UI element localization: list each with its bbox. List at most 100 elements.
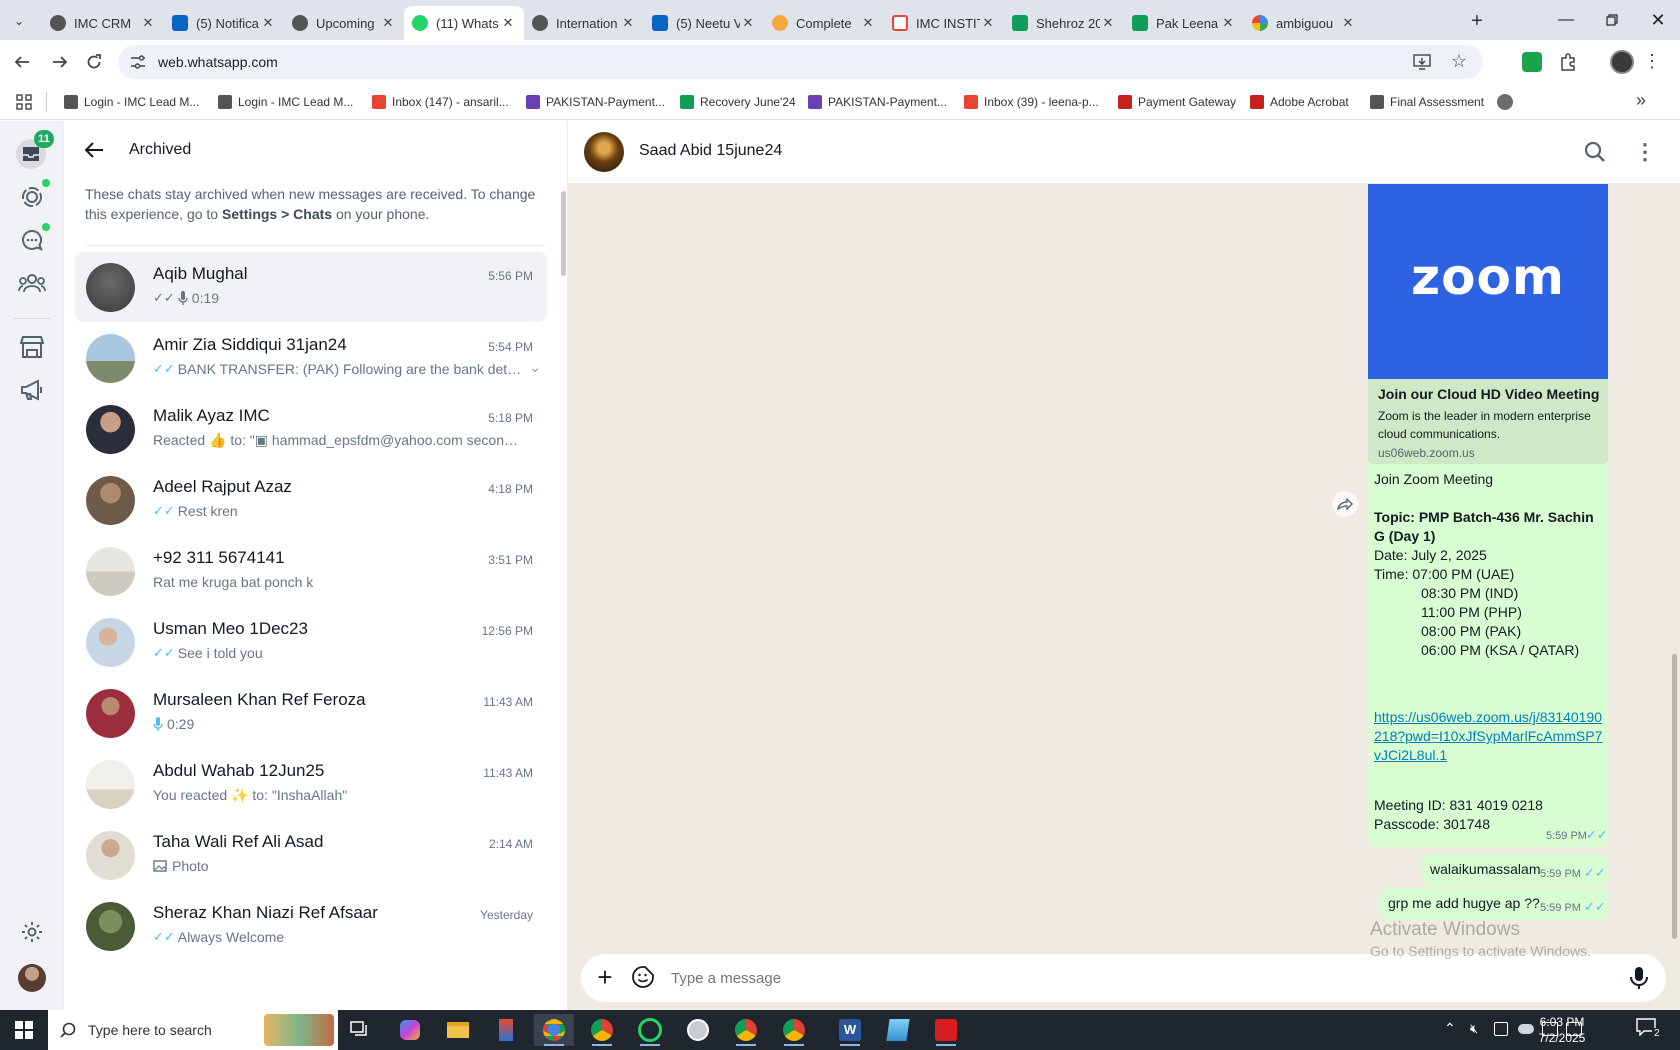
message-input[interactable] bbox=[671, 964, 1551, 992]
contact-avatar[interactable] bbox=[584, 132, 624, 172]
bookmark-item[interactable]: PAKISTAN-Payment... bbox=[526, 92, 665, 112]
browser-tab[interactable]: (5) Notifica ✕ bbox=[164, 6, 284, 40]
settings-gear-icon[interactable] bbox=[18, 918, 46, 946]
bookmark-item[interactable]: Adobe Acrobat bbox=[1250, 92, 1349, 112]
chat-list-item[interactable]: Adeel Rajput Azaz 4:18 PM ✓✓ Rest kren bbox=[75, 465, 547, 535]
bookmark-item[interactable]: Payment Gateway bbox=[1118, 92, 1236, 112]
outgoing-message[interactable]: grp me add hugye ap ?? 5:59 PM ✓✓ bbox=[1380, 888, 1608, 920]
tools-store-icon[interactable] bbox=[18, 333, 46, 361]
zoom-invite-message[interactable]: zoom Join our Cloud HD Video Meeting Zoo… bbox=[1368, 184, 1608, 847]
close-tab-icon[interactable]: ✕ bbox=[260, 15, 276, 31]
close-tab-icon[interactable]: ✕ bbox=[500, 15, 516, 31]
install-app-icon[interactable] bbox=[1413, 53, 1431, 74]
back-arrow-button[interactable] bbox=[84, 141, 106, 161]
bookmark-extra-icon[interactable] bbox=[1497, 94, 1513, 110]
site-info-icon[interactable] bbox=[130, 55, 148, 69]
reload-button[interactable] bbox=[80, 48, 108, 76]
emoji-sticker-button[interactable] bbox=[632, 966, 656, 990]
bookmark-item[interactable]: Final Assessment bbox=[1370, 92, 1484, 112]
chrome-profile-icon[interactable] bbox=[582, 1014, 622, 1046]
close-tab-icon[interactable]: ✕ bbox=[1100, 15, 1116, 31]
close-tab-icon[interactable]: ✕ bbox=[980, 15, 996, 31]
forward-message-button[interactable] bbox=[1332, 491, 1358, 517]
new-tab-button[interactable]: + bbox=[1464, 8, 1490, 34]
chat-list-item[interactable]: Sheraz Khan Niazi Ref Afsaar Yesterday ✓✓ A… bbox=[75, 891, 547, 961]
bookmark-item[interactable]: Inbox (39) - leena-p... bbox=[964, 92, 1099, 112]
chrome-app-icon[interactable] bbox=[534, 1014, 574, 1046]
restore-button[interactable] bbox=[1598, 8, 1626, 32]
chat-list-item[interactable]: Abdul Wahab 12Jun25 11:43 AM You reacted ✨… bbox=[75, 749, 547, 819]
chat-list-item[interactable]: Taha Wali Ref Ali Asad 2:14 AM Photo bbox=[75, 820, 547, 890]
bookmark-item[interactable]: Login - IMC Lead M... bbox=[218, 92, 353, 112]
minimize-button[interactable]: — bbox=[1552, 8, 1580, 32]
browser-tab[interactable]: (5) Neetu V ✕ bbox=[644, 6, 764, 40]
voice-record-button[interactable] bbox=[1629, 966, 1653, 990]
search-messages-button[interactable] bbox=[1584, 141, 1608, 165]
my-profile-avatar[interactable] bbox=[18, 964, 46, 992]
chat-list-item[interactable]: Amir Zia Siddiqui 31jan24 5:54 PM ✓✓ BANK T… bbox=[75, 323, 547, 393]
conversation-menu-icon[interactable]: ⋮ bbox=[1634, 139, 1656, 165]
zoom-preview-image[interactable]: zoom bbox=[1368, 184, 1608, 379]
close-tab-icon[interactable]: ✕ bbox=[620, 15, 636, 31]
chat-list-scrollbar[interactable] bbox=[561, 191, 566, 276]
chat-list-item[interactable]: +92 311 5674141 3:51 PM Rat me kruga bat p… bbox=[75, 536, 547, 606]
tray-app-icon[interactable] bbox=[1494, 1022, 1508, 1036]
chrome-profile-2-icon[interactable] bbox=[726, 1014, 766, 1046]
conversation-header[interactable]: Saad Abid 15june24 ⋮ bbox=[568, 121, 1680, 184]
close-tab-icon[interactable]: ✕ bbox=[1220, 15, 1236, 31]
chat-options-chevron-icon[interactable]: ⌄ bbox=[529, 359, 541, 376]
close-tab-icon[interactable]: ✕ bbox=[380, 15, 396, 31]
notepad-app-icon[interactable] bbox=[878, 1014, 918, 1046]
browser-tab[interactable]: (11) Whats ✕ bbox=[404, 6, 524, 40]
browser-tab[interactable]: IMC INSTIT ✕ bbox=[884, 6, 1004, 40]
forward-button[interactable] bbox=[46, 48, 74, 76]
back-button[interactable] bbox=[8, 48, 36, 76]
chat-list-item[interactable]: Malik Ayaz IMC 5:18 PM Reacted 👍 to: "▣ ha… bbox=[75, 394, 547, 464]
browser-tab[interactable]: Pak Leena ✕ bbox=[1124, 6, 1244, 40]
bookmark-item[interactable]: Inbox (147) - ansaril... bbox=[372, 92, 509, 112]
app-orange-icon[interactable] bbox=[486, 1014, 526, 1046]
chrome-profile-3-icon[interactable] bbox=[774, 1014, 814, 1046]
close-window-button[interactable]: ✕ bbox=[1644, 8, 1672, 32]
bookmark-item[interactable]: PAKISTAN-Payment... bbox=[808, 92, 947, 112]
megaphone-icon[interactable] bbox=[18, 376, 46, 404]
meeting-link[interactable]: https://us06web.zoom.us/j/83140190218?pw… bbox=[1374, 708, 1606, 765]
address-bar[interactable]: web.whatsapp.com ☆ bbox=[118, 45, 1483, 79]
bookmark-star-icon[interactable]: ☆ bbox=[1451, 51, 1467, 72]
attach-plus-button[interactable]: + bbox=[593, 964, 617, 990]
browser-tab[interactable]: ambiguou ✕ bbox=[1244, 6, 1364, 40]
chat-list-item[interactable]: Mursaleen Khan Ref Feroza 11:43 AM 0:29 bbox=[75, 678, 547, 748]
close-tab-icon[interactable]: ✕ bbox=[1340, 15, 1356, 31]
browser-tab[interactable]: Shehroz 20 ✕ bbox=[1004, 6, 1124, 40]
copilot-app-icon[interactable] bbox=[390, 1014, 430, 1046]
browser-menu-icon[interactable]: ⋮ bbox=[1642, 50, 1662, 74]
extension-green-icon[interactable] bbox=[1522, 52, 1542, 72]
taskbar-search-box[interactable]: Type here to search bbox=[48, 1010, 338, 1050]
extensions-puzzle-icon[interactable] bbox=[1558, 52, 1578, 72]
browser-tab[interactable]: IMC CRM ✕ bbox=[42, 6, 164, 40]
apps-grid-icon[interactable] bbox=[16, 94, 32, 110]
more-bookmarks-icon[interactable]: » bbox=[1636, 90, 1656, 114]
browser-tab[interactable]: Upcoming ✕ bbox=[284, 6, 404, 40]
volume-muted-icon[interactable]: 🔇︎ bbox=[1470, 1021, 1478, 1037]
browser-tab[interactable]: Complete ✕ bbox=[764, 6, 884, 40]
file-explorer-icon[interactable] bbox=[438, 1014, 478, 1046]
acrobat-app-icon[interactable] bbox=[926, 1014, 966, 1046]
clock-app-icon[interactable] bbox=[678, 1014, 718, 1046]
channels-icon[interactable] bbox=[18, 226, 46, 254]
bookmark-item[interactable]: Recovery June'24 bbox=[680, 92, 796, 112]
whatsapp-app-icon[interactable] bbox=[630, 1014, 670, 1046]
chat-list-item[interactable]: Usman Meo 1Dec23 12:56 PM ✓✓ See i told you bbox=[75, 607, 547, 677]
message-scrollbar[interactable] bbox=[1672, 654, 1677, 939]
outgoing-message[interactable]: walaikumassalam 5:59 PM ✓✓ bbox=[1422, 854, 1608, 886]
notifications-button[interactable]: 2 bbox=[1636, 1018, 1664, 1042]
communities-icon[interactable] bbox=[18, 269, 46, 297]
browser-tab[interactable]: Internation ✕ bbox=[524, 6, 644, 40]
system-tray-chevron-icon[interactable]: ⌃ bbox=[1444, 1020, 1456, 1037]
close-tab-icon[interactable]: ✕ bbox=[740, 15, 756, 31]
bookmark-item[interactable]: Login - IMC Lead M... bbox=[64, 92, 199, 112]
task-view-button[interactable] bbox=[340, 1014, 380, 1046]
close-tab-icon[interactable]: ✕ bbox=[140, 15, 156, 31]
link-preview-card[interactable]: zoom Join our Cloud HD Video Meeting Zoo… bbox=[1368, 184, 1608, 464]
contact-name[interactable]: Saad Abid 15june24 bbox=[639, 142, 782, 160]
